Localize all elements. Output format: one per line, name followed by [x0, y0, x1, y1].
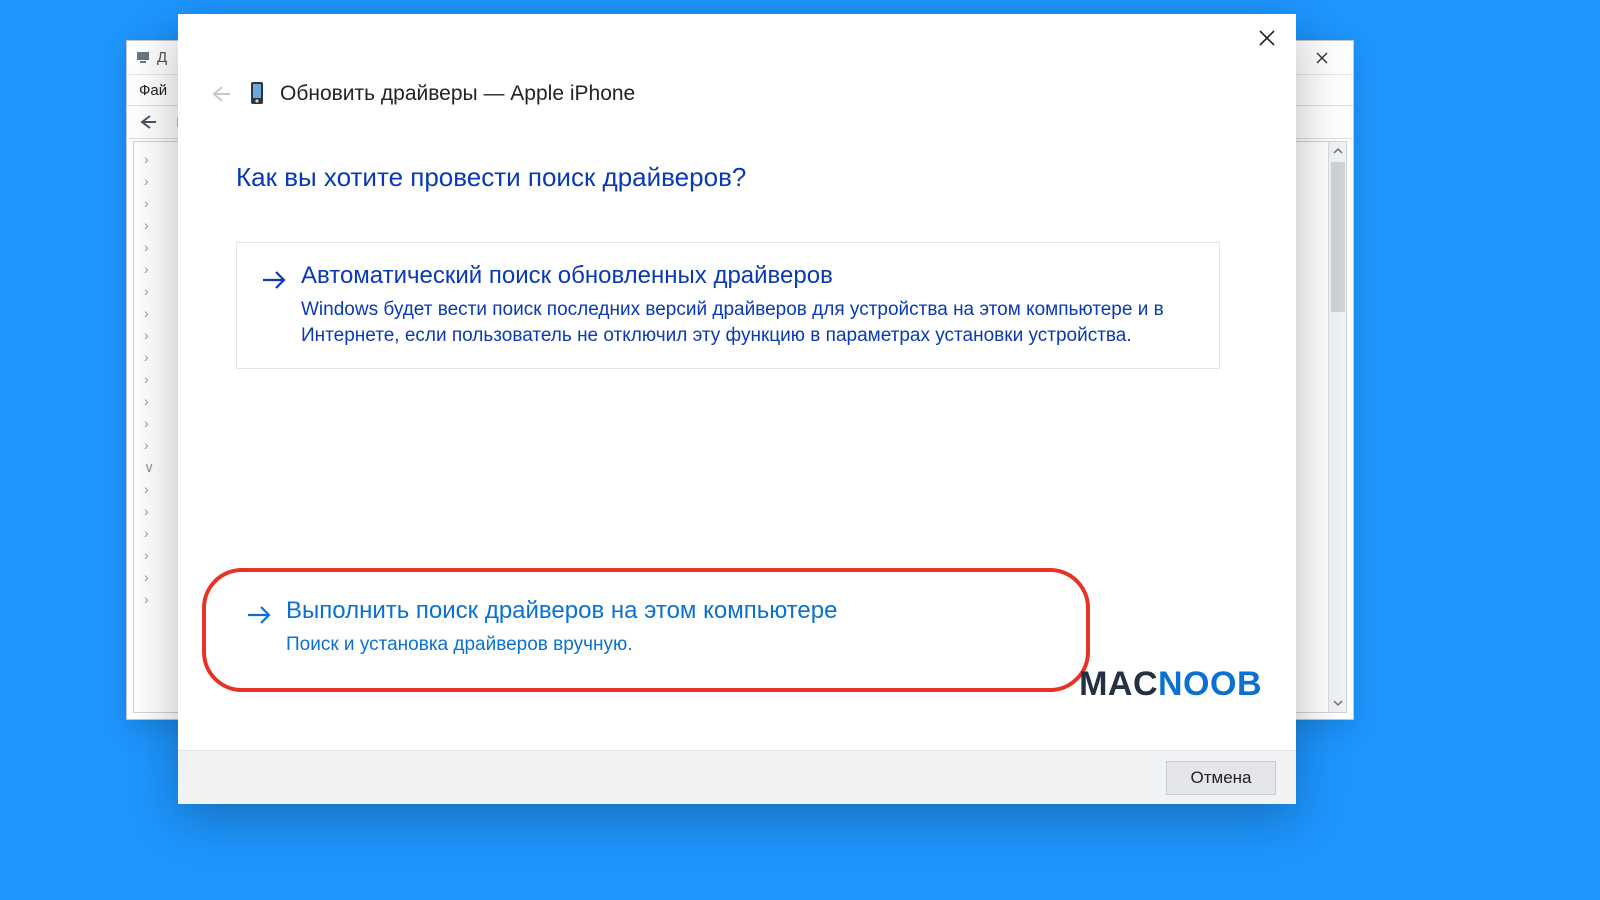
cancel-button[interactable]: Отмена [1166, 761, 1276, 795]
back-arrow-icon[interactable] [206, 80, 234, 108]
dialog-close-button[interactable] [1244, 22, 1290, 54]
device-manager-icon [135, 50, 151, 66]
watermark-logo: MACNOOB [1079, 665, 1262, 704]
toolbar-back-icon[interactable] [135, 109, 161, 135]
watermark-part1: MAC [1079, 665, 1158, 703]
option-manual-search[interactable]: Выполнить поиск драйверов на этом компью… [246, 596, 1056, 658]
update-drivers-dialog: Обновить драйверы — Apple iPhone Как вы … [178, 14, 1296, 804]
scroll-down-icon[interactable] [1329, 694, 1346, 712]
option-manual-desc: Поиск и установка драйверов вручную. [286, 632, 837, 658]
dialog-title: Обновить драйверы — Apple iPhone [280, 82, 635, 106]
window-close-button[interactable] [1299, 43, 1345, 73]
highlight-annotation: Выполнить поиск драйверов на этом компью… [202, 568, 1090, 692]
option-manual-title: Выполнить поиск драйверов на этом компью… [286, 596, 837, 626]
option-auto-desc: Windows будет вести поиск последних верс… [301, 297, 1195, 348]
menu-file[interactable]: Фай [139, 82, 167, 99]
watermark-part2: NOOB [1158, 665, 1262, 703]
scroll-thumb[interactable] [1331, 162, 1345, 312]
option-auto-title: Автоматический поиск обновленных драйвер… [301, 261, 1195, 291]
device-icon [248, 81, 266, 107]
option-auto-search[interactable]: Автоматический поиск обновленных драйвер… [236, 242, 1220, 369]
arrow-right-icon [246, 600, 272, 630]
dialog-question: Как вы хотите провести поиск драйверов? [236, 162, 746, 193]
scroll-up-icon[interactable] [1329, 142, 1346, 160]
dialog-footer: Отмена [178, 750, 1296, 804]
device-manager-title: Д [157, 49, 167, 66]
arrow-right-icon [261, 265, 287, 295]
dialog-header: Обновить драйверы — Apple iPhone [206, 80, 635, 108]
scrollbar[interactable] [1328, 142, 1346, 712]
